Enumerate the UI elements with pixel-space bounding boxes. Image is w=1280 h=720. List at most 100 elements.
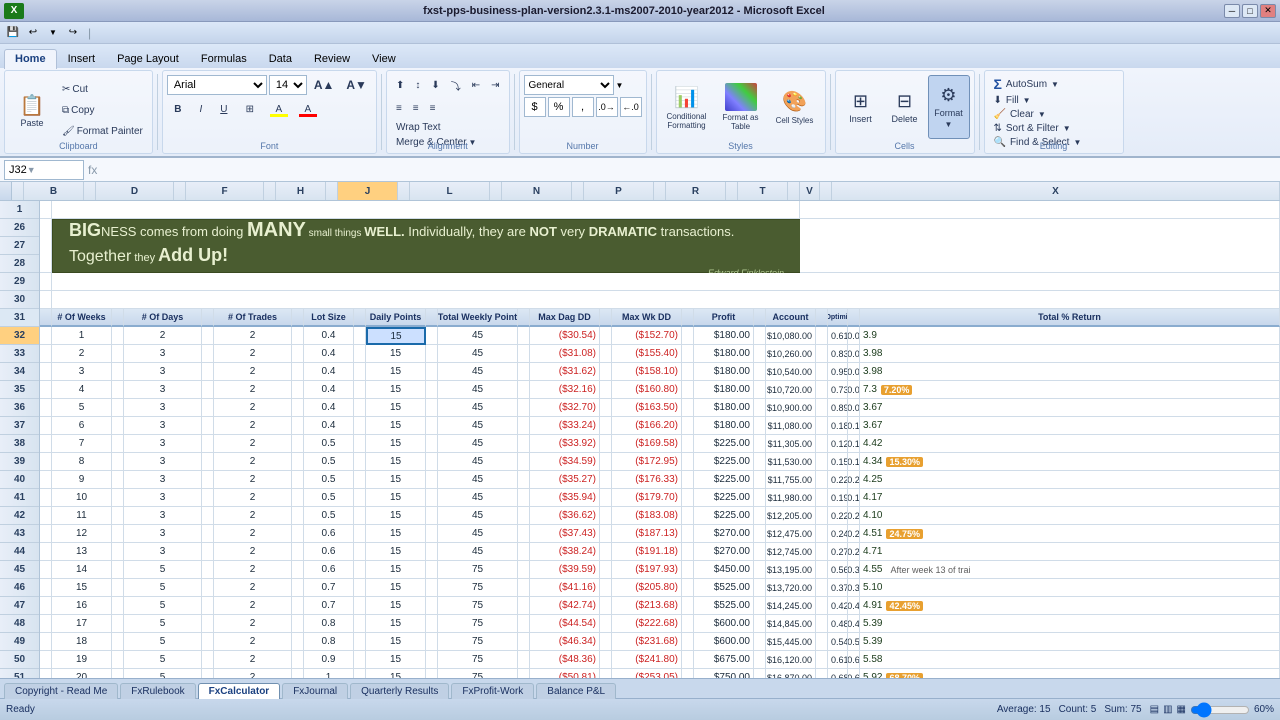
cell-b49[interactable]: 18 [52, 633, 112, 651]
cell-s38[interactable] [754, 435, 766, 453]
cell-p44[interactable]: ($191.18) [612, 543, 682, 561]
cell-f32[interactable]: 2 [214, 327, 292, 345]
row-header-1[interactable]: 1 [0, 201, 39, 219]
cell-b44[interactable]: 13 [52, 543, 112, 561]
cell-q41[interactable] [682, 489, 694, 507]
cell-p35[interactable]: ($160.80) [612, 381, 682, 399]
cell-e33[interactable] [202, 345, 214, 363]
cell-w51[interactable]: 0.6 [848, 669, 860, 678]
cell-styles-button[interactable]: 🎨 Cell Styles [769, 75, 821, 139]
cell-l42[interactable]: 45 [438, 507, 518, 525]
row-header-34[interactable]: 34 [0, 363, 39, 381]
cell-i38[interactable] [354, 435, 366, 453]
cell-t46[interactable]: $13,720.00 [766, 579, 816, 597]
cell-p37[interactable]: ($166.20) [612, 417, 682, 435]
cell-c41[interactable] [112, 489, 124, 507]
row-header-32[interactable]: 32 [0, 327, 39, 345]
row-header-46[interactable]: 46 [0, 579, 39, 597]
cell-l38[interactable]: 45 [438, 435, 518, 453]
cell-o45[interactable] [600, 561, 612, 579]
cell-k48[interactable] [426, 615, 438, 633]
cell-p48[interactable]: ($222.68) [612, 615, 682, 633]
cell-x43[interactable]: 4.51 24.75% [860, 525, 1280, 543]
cell-u32[interactable] [816, 327, 828, 345]
cell-l50[interactable]: 75 [438, 651, 518, 669]
cell-k43[interactable] [426, 525, 438, 543]
cell-d42[interactable]: 3 [124, 507, 202, 525]
cell-s46[interactable] [754, 579, 766, 597]
cell-k33[interactable] [426, 345, 438, 363]
cell-d38[interactable]: 3 [124, 435, 202, 453]
tab-view[interactable]: View [361, 49, 407, 68]
cell-i43[interactable] [354, 525, 366, 543]
cell-i45[interactable] [354, 561, 366, 579]
cell-k36[interactable] [426, 399, 438, 417]
cell-v49[interactable]: 0.5445 [828, 633, 848, 651]
cell-k40[interactable] [426, 471, 438, 489]
cell-j40[interactable]: 15 [366, 471, 426, 489]
cell-h51[interactable]: 1 [304, 669, 354, 678]
cell-o35[interactable] [600, 381, 612, 399]
cell-j38[interactable]: 15 [366, 435, 426, 453]
cell-x31[interactable]: Total % Return [860, 309, 1280, 327]
cell-i39[interactable] [354, 453, 366, 471]
cell-x41[interactable]: 4.17 [860, 489, 1280, 507]
format-as-table-button[interactable]: Format as Table [715, 75, 767, 139]
cell-u42[interactable] [816, 507, 828, 525]
cell-i37[interactable] [354, 417, 366, 435]
cell-v35[interactable]: 0.73 [828, 381, 848, 399]
cell-s36[interactable] [754, 399, 766, 417]
cell-s45[interactable] [754, 561, 766, 579]
cell-s37[interactable] [754, 417, 766, 435]
formula-input[interactable] [101, 160, 1276, 180]
bold-button[interactable]: B [167, 99, 189, 119]
cell-n40[interactable]: ($35.27) [530, 471, 600, 489]
cell-v32[interactable]: 0.618 [828, 327, 848, 345]
row-header-26[interactable]: 26 [0, 219, 39, 237]
cell-u46[interactable] [816, 579, 828, 597]
col-header-r[interactable]: R [666, 182, 726, 200]
cell-q32[interactable] [682, 327, 694, 345]
cell-d39[interactable]: 3 [124, 453, 202, 471]
decrease-font-button[interactable]: A▼ [341, 75, 372, 95]
cell-a36[interactable] [40, 399, 52, 417]
cell-c36[interactable] [112, 399, 124, 417]
cell-l44[interactable]: 45 [438, 543, 518, 561]
cell-x39[interactable]: 4.34 15.30% [860, 453, 1280, 471]
cell-k49[interactable] [426, 633, 438, 651]
cell-c44[interactable] [112, 543, 124, 561]
font-color-button[interactable]: A [294, 99, 322, 119]
increase-font-button[interactable]: A▲ [309, 75, 340, 95]
col-header-v[interactable]: V [800, 182, 820, 200]
cell-j35[interactable]: 15 [366, 381, 426, 399]
insert-button[interactable]: ⊞ Insert [840, 75, 882, 139]
cell-m34[interactable] [518, 363, 530, 381]
cell-s48[interactable] [754, 615, 766, 633]
cell-r35[interactable]: $180.00 [694, 381, 754, 399]
currency-button[interactable]: $ [524, 97, 546, 117]
cell-u31[interactable] [816, 309, 828, 327]
cell-a42[interactable] [40, 507, 52, 525]
cell-t47[interactable]: $14,245.00 [766, 597, 816, 615]
cell-g39[interactable] [292, 453, 304, 471]
font-face-select[interactable]: Arial [167, 75, 267, 95]
fill-dropdown-icon[interactable]: ▼ [1023, 96, 1031, 105]
cell-j45[interactable]: 15 [366, 561, 426, 579]
cell-r36[interactable]: $180.00 [694, 399, 754, 417]
cell-t39[interactable]: $11,530.00 [766, 453, 816, 471]
name-box-dropdown[interactable]: ▼ [27, 165, 36, 175]
cell-b39[interactable]: 8 [52, 453, 112, 471]
cell-o40[interactable] [600, 471, 612, 489]
cell-m36[interactable] [518, 399, 530, 417]
cell-u49[interactable] [816, 633, 828, 651]
cell-c48[interactable] [112, 615, 124, 633]
cell-o48[interactable] [600, 615, 612, 633]
tab-copyright[interactable]: Copyright - Read Me [4, 683, 118, 699]
cell-w33[interactable]: 0.0 [848, 345, 860, 363]
cell-j34[interactable]: 15 [366, 363, 426, 381]
cell-s43[interactable] [754, 525, 766, 543]
cell-h39[interactable]: 0.5 [304, 453, 354, 471]
tab-balance[interactable]: Balance P&L [536, 683, 616, 699]
cell-o41[interactable] [600, 489, 612, 507]
cell-w48[interactable]: 0.4 [848, 615, 860, 633]
